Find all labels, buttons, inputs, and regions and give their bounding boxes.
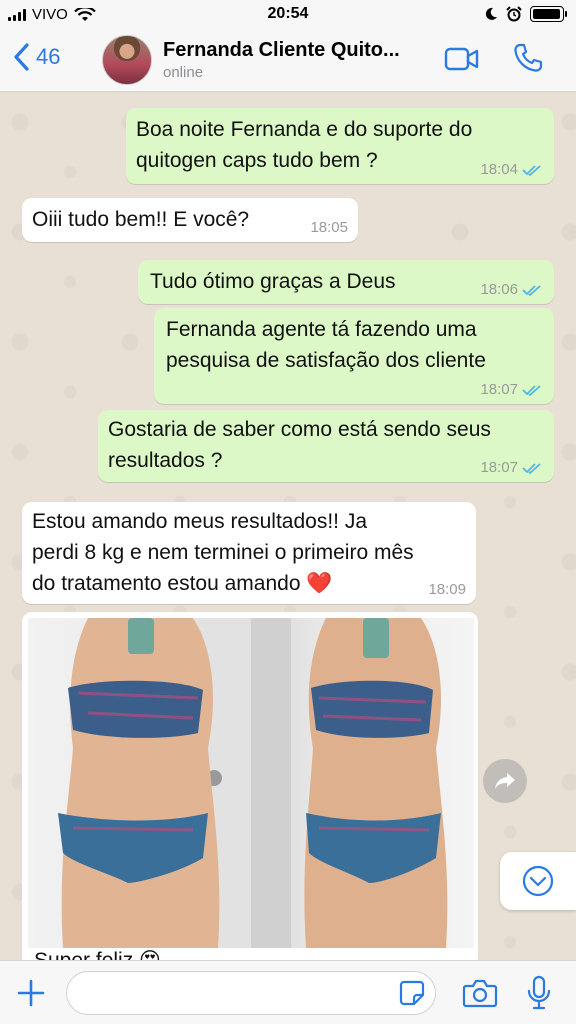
message-text: Oiii tudo bem!! E você? (32, 208, 250, 231)
image-caption: Super feliz 😍 (34, 948, 161, 960)
message-time: 18:06 (480, 281, 518, 298)
alarm-icon (506, 6, 522, 22)
status-bar: VIVO 20:54 (0, 0, 576, 30)
person-silhouette-before (58, 618, 251, 948)
message-text: Fernanda agente tá fazendo uma (166, 318, 477, 341)
scroll-to-bottom-button[interactable] (500, 852, 576, 910)
message-text: resultados ? (108, 449, 223, 472)
before-after-photo[interactable] (28, 618, 474, 948)
plus-icon[interactable] (14, 976, 48, 1010)
image-message[interactable]: Super feliz 😍 (22, 612, 478, 960)
message-time: 18:07 (480, 381, 518, 398)
photo-before (28, 618, 251, 948)
message-meta: 18:05 (310, 220, 348, 236)
avatar[interactable] (102, 35, 152, 85)
sticker-icon[interactable] (398, 979, 426, 1007)
chat-area[interactable]: Boa noite Fernanda e do suporte do quito… (0, 92, 576, 960)
battery-fill (533, 9, 560, 19)
message-time: 18:04 (480, 161, 518, 178)
chevron-down-circle-icon (522, 865, 554, 897)
chevron-left-icon (14, 43, 29, 71)
unread-count: 46 (36, 44, 61, 69)
read-ticks-icon (522, 285, 541, 296)
back-button[interactable]: 46 (12, 42, 60, 72)
message-text: perdi 8 kg e nem terminei o primeiro mês (32, 541, 414, 564)
photo-after (251, 618, 474, 948)
message-meta: 18:04 (480, 162, 544, 178)
message-meta: 18:07 (480, 382, 544, 398)
battery-icon (530, 6, 567, 22)
video-call-icon[interactable] (444, 46, 480, 72)
read-ticks-icon (522, 385, 541, 396)
message-bubble[interactable]: Estou amando meus resultados!! Ja perdi … (22, 502, 476, 604)
microphone-icon[interactable] (526, 975, 552, 1011)
message-text: Gostaria de saber como está sendo seus (108, 418, 491, 441)
message-text: Estou amando meus resultados!! Ja (32, 510, 368, 533)
message-bubble[interactable]: Fernanda agente tá fazendo uma pesquisa … (154, 308, 554, 404)
camera-icon[interactable] (462, 977, 498, 1009)
message-text: pesquisa de satisfação dos cliente (166, 349, 486, 372)
read-ticks-icon (522, 165, 541, 176)
status-right (484, 6, 567, 22)
message-input-bar (0, 960, 576, 1024)
message-bubble[interactable]: Oiii tudo bem!! E você? 18:05 (22, 198, 358, 242)
forward-button[interactable] (483, 759, 527, 803)
message-input[interactable] (66, 971, 436, 1015)
message-meta: 18:06 (480, 282, 544, 298)
message-meta: 18:09 (428, 582, 466, 598)
message-time: 18:07 (480, 459, 518, 476)
chat-header: 46 Fernanda Cliente Quito... online (0, 30, 576, 92)
contact-name[interactable]: Fernanda Cliente Quito... (163, 39, 433, 62)
message-meta: 18:07 (480, 460, 544, 476)
message-time: 18:05 (310, 219, 348, 236)
message-text: Boa noite Fernanda e do suporte do (136, 118, 473, 141)
message-text: do tratamento estou amando ❤️ (32, 572, 333, 595)
moon-icon (485, 7, 497, 20)
message-bubble[interactable]: Boa noite Fernanda e do suporte do quito… (126, 108, 554, 184)
forward-icon (495, 773, 515, 789)
message-bubble[interactable]: Tudo ótimo graças a Deus 18:06 (138, 260, 554, 304)
phone-icon[interactable] (512, 42, 544, 74)
read-ticks-icon (522, 463, 541, 474)
contact-status: online (163, 64, 204, 81)
person-silhouette-after (251, 618, 448, 948)
message-time: 18:09 (428, 581, 466, 598)
message-bubble[interactable]: Gostaria de saber como está sendo seus r… (98, 410, 554, 482)
